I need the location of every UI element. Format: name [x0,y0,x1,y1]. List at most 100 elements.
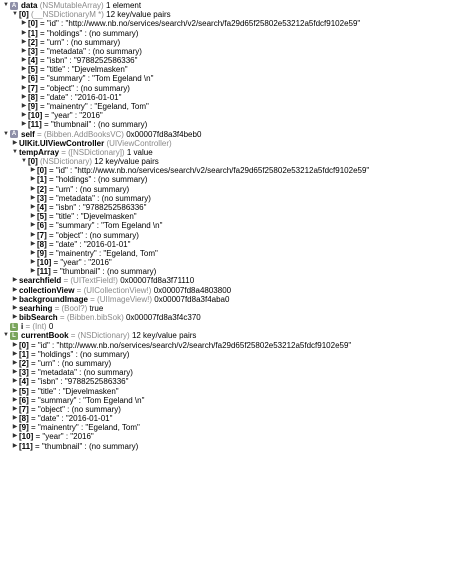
disclosure-expanded-icon[interactable]: ▼ [11,148,19,157]
disclosure-collapsed-icon[interactable]: ▶ [29,212,37,221]
variable-row[interactable]: ▶ [0] = "id" : "http://www.nb.no/services… [0,19,361,28]
variable-row[interactable]: ▶ [6] = "summary" : "Tom Egeland \n" [0,396,145,405]
variable-row[interactable]: ▶ [6] = "summary" : "Tom Egeland \n" [0,221,163,230]
disclosure-expanded-icon[interactable]: ▼ [11,10,19,19]
disclosure-collapsed-icon[interactable]: ▶ [20,47,28,56]
variable-row[interactable]: ▶ [1] = "holdings" : (no summary) [0,175,148,184]
variable-row[interactable]: ▶ [2] = "urn" : (no summary) [0,185,129,194]
disclosure-collapsed-icon[interactable]: ▶ [11,139,19,148]
variable-row[interactable]: ▶ [7] = "object" : (no summary) [0,84,130,93]
disclosure-collapsed-icon[interactable]: ▶ [20,38,28,47]
variable-row[interactable]: ▶ [5] = "title" : "Djevelmasken" [0,387,119,396]
variable-row[interactable]: ▶ [5] = "title" : "Djevelmasken" [0,65,128,74]
disclosure-collapsed-icon[interactable]: ▶ [29,221,37,230]
disclosure-collapsed-icon[interactable]: ▶ [20,111,28,120]
variable-row[interactable]: ▶ backgroundImage = (UIImageView!) 0x0000… [0,295,230,304]
variable-row[interactable]: ▶ [1] = "holdings" : (no summary) [0,349,130,359]
disclosure-collapsed-icon[interactable]: ▶ [29,231,37,240]
disclosure-collapsed-icon[interactable]: ▶ [11,414,19,423]
disclosure-collapsed-icon[interactable]: ▶ [11,405,19,414]
disclosure-collapsed-icon[interactable]: ▶ [20,65,28,74]
variable-row[interactable]: ▶ [11] = "thumbnail" : (no summary) [0,120,148,129]
variable-row[interactable]: ▶ [8] = "date" : "2016-01-01" [0,414,113,423]
disclosure-collapsed-icon[interactable]: ▶ [11,396,19,405]
variable-row[interactable]: ▶ [9] = "mainentry" : "Egeland, Tom" [0,423,140,432]
disclosure-collapsed-icon[interactable]: ▶ [11,295,19,304]
disclosure-collapsed-icon[interactable]: ▶ [20,84,28,93]
variable-row[interactable]: ▶ [3] = "metadata" : (no summary) [0,368,133,377]
variable-row[interactable]: ▶ [2] = "urn" : (no summary) [0,359,111,368]
variable-type: = (NSDictionary) [70,331,130,341]
variable-row[interactable]: ▶ [4] = "isbn" : "9788252586336" [0,203,147,212]
disclosure-collapsed-icon[interactable]: ▶ [11,377,19,386]
disclosure-expanded-icon[interactable]: ▼ [2,1,10,10]
disclosure-collapsed-icon[interactable]: ▶ [11,359,19,368]
variable-row[interactable]: ▶ [4] = "isbn" : "9788252586336" [0,377,129,386]
disclosure-collapsed-icon[interactable]: ▶ [29,249,37,258]
disclosure-collapsed-icon[interactable]: ▶ [29,194,37,203]
variable-row[interactable]: ▼[0] (__NSDictionaryM *) 12 key/value pa… [0,10,171,19]
variable-row[interactable]: ▶ [10] = "year" : "2016" [0,432,94,441]
disclosure-collapsed-icon[interactable]: ▶ [11,350,19,359]
variable-row[interactable]: ▶ [6] = "summary" : "Tom Egeland \n" [0,74,154,83]
disclosure-collapsed-icon[interactable]: ▶ [11,387,19,396]
variable-row[interactable]: ▶ [10] = "year" : "2016" [0,111,103,120]
disclosure-collapsed-icon[interactable]: ▶ [11,341,19,350]
variable-row[interactable]: ▶ [1] = "holdings" : (no summary) [0,29,139,38]
variable-row[interactable]: ▶ searchfield = (UITextField!) 0x00007fd8… [0,276,195,285]
disclosure-collapsed-icon[interactable]: ▶ [29,258,37,267]
disclosure-collapsed-icon[interactable]: ▶ [20,56,28,65]
disclosure-collapsed-icon[interactable]: ▶ [11,432,19,441]
disclosure-collapsed-icon[interactable]: ▶ [29,267,37,276]
variable-row[interactable]: ▶ [7] = "object" : (no summary) [0,231,139,240]
disclosure-collapsed-icon[interactable]: ▶ [11,304,19,313]
variable-row[interactable]: ▶ [2] = "urn" : (no summary) [0,38,120,47]
variable-row[interactable]: ▼ LcurrentBook = (NSDictionary) 12 key/va… [0,331,196,340]
disclosure-expanded-icon[interactable]: ▼ [2,331,10,340]
disclosure-expanded-icon[interactable]: ▼ [20,157,28,166]
disclosure-collapsed-icon[interactable]: ▶ [11,442,19,451]
variable-row[interactable]: ▶ [11] = "thumbnail" : (no summary) [0,267,157,276]
variable-name: [1] [19,349,29,359]
variable-row[interactable]: ▶ bibSearch = (Bibben.bibSok) 0x00007fd8a… [0,313,201,322]
variable-row[interactable]: ▶ [8] = "date" : "2016-01-01" [0,93,122,102]
variable-row[interactable]: ▶ collectionView = (UICollectionView!) 0x… [0,286,231,295]
variable-type: = (Bibben.AddBooksVC) [37,129,124,139]
variable-row[interactable]: ▶ [0] = "id" : "http://www.nb.no/services… [0,341,352,350]
variable-row[interactable]: ▶ [0] = "id" : "http://www.nb.no/services… [0,166,370,175]
disclosure-collapsed-icon[interactable]: ▶ [20,19,28,28]
variable-row[interactable]: ▶ [7] = "object" : (no summary) [0,405,121,414]
variable-row[interactable]: ▶ [11] = "thumbnail" : (no summary) [0,442,139,451]
variable-row[interactable]: ▶ [3] = "metadata" : (no summary) [0,47,142,56]
variable-row[interactable]: ▼ Aself = (Bibben.AddBooksVC) 0x00007fd8a… [0,130,201,139]
variable-row[interactable]: ▶ [10] = "year" : "2016" [0,258,112,267]
disclosure-collapsed-icon[interactable]: ▶ [29,185,37,194]
variable-row[interactable]: ▶ [3] = "metadata" : (no summary) [0,194,151,203]
disclosure-collapsed-icon[interactable]: ▶ [11,276,19,285]
disclosure-collapsed-icon[interactable]: ▶ [20,120,28,129]
variable-row[interactable]: ▶ [9] = "mainentry" : "Egeland, Tom" [0,102,149,111]
disclosure-expanded-icon[interactable]: ▼ [2,130,10,139]
variable-row[interactable]: ▶ [9] = "mainentry" : "Egeland, Tom" [0,249,158,258]
disclosure-collapsed-icon[interactable]: ▶ [29,240,37,249]
variable-row[interactable]: ▶ [5] = "title" : "Djevelmasken" [0,212,137,221]
variable-row[interactable]: ▶ searhing = (Bool?) true [0,304,104,313]
disclosure-collapsed-icon[interactable]: ▶ [11,423,19,432]
disclosure-collapsed-icon[interactable]: ▶ [20,74,28,83]
disclosure-collapsed-icon[interactable]: ▶ [29,166,37,175]
disclosure-collapsed-icon[interactable]: ▶ [11,286,19,295]
disclosure-collapsed-icon[interactable]: ▶ [11,313,19,322]
disclosure-collapsed-icon[interactable]: ▶ [20,29,28,38]
disclosure-collapsed-icon[interactable]: ▶ [29,203,37,212]
disclosure-collapsed-icon[interactable]: ▶ [11,368,19,377]
variable-row[interactable]: ▼ Adata (NSMutableArray) 1 element [0,1,141,10]
variable-row[interactable]: ▶ [8] = "date" : "2016-01-01" [0,240,131,249]
variable-row[interactable]: ▶ [4] = "isbn" : "9788252586336" [0,56,138,65]
disclosure-collapsed-icon[interactable]: ▶ [20,102,28,111]
disclosure-collapsed-icon[interactable]: ▶ [29,175,37,184]
disclosure-collapsed-icon[interactable]: ▶ [20,93,28,102]
variable-row[interactable]: ▶ UIKit.UIViewController (UIViewControlle… [0,139,172,148]
variable-row[interactable]: ▼[0] (NSDictionary) 12 key/value pairs [0,157,159,166]
variable-row[interactable]: Li = (Int) 0 [0,322,53,331]
variable-row[interactable]: ▼tempArray = ([NSDictionary]) 1 value [0,148,153,157]
